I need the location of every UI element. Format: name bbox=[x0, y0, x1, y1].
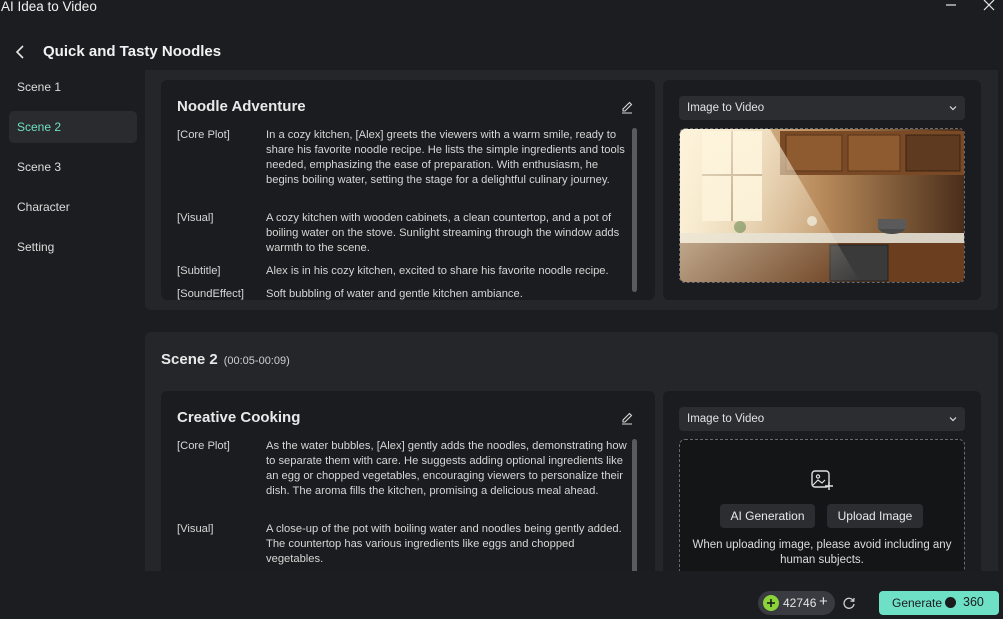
generate-cost: 360 bbox=[963, 595, 984, 609]
field-label: [Visual] bbox=[177, 523, 214, 535]
generate-button[interactable]: Generate 360 bbox=[879, 591, 999, 615]
refresh-icon[interactable] bbox=[842, 596, 856, 610]
field-label: [SoundEffect] bbox=[177, 288, 244, 300]
field-label: [Visual] bbox=[177, 212, 214, 224]
app-title: AI Idea to Video bbox=[1, 0, 97, 14]
bottom-bar: 42746 + Generate 360 bbox=[0, 571, 1003, 619]
mode-dropdown[interactable]: Image to Video bbox=[679, 407, 965, 431]
edit-icon[interactable] bbox=[620, 100, 634, 114]
chevron-down-icon bbox=[949, 417, 957, 422]
credit-coin-icon bbox=[763, 595, 779, 611]
sidebar-item-character[interactable]: Character bbox=[9, 191, 137, 223]
generate-label: Generate bbox=[892, 596, 943, 610]
scrollbar[interactable] bbox=[632, 128, 637, 292]
scene-1-card-title: Noodle Adventure bbox=[177, 98, 306, 115]
upload-note: When uploading image, please avoid inclu… bbox=[692, 539, 952, 566]
field-text[interactable]: As the water bubbles, [Alex] gently adds… bbox=[266, 439, 632, 499]
field-text[interactable]: In a cozy kitchen, [Alex] greets the vie… bbox=[266, 128, 632, 188]
page-title: Quick and Tasty Noodles bbox=[43, 43, 222, 60]
credit-coin-icon bbox=[945, 597, 956, 608]
field-label: [Core Plot] bbox=[177, 129, 230, 141]
scene-1-image-preview[interactable] bbox=[679, 128, 965, 283]
scene-2-block: Scene 2 (00:05-00:09) Creative Cooking [C… bbox=[145, 332, 998, 571]
page-header: Quick and Tasty Noodles bbox=[0, 40, 1003, 66]
mode-dropdown[interactable]: Image to Video bbox=[679, 96, 965, 120]
window-titlebar: AI Idea to Video bbox=[0, 0, 1003, 16]
scene-2-media-card: Image to Video AI Generation Upload Imag… bbox=[663, 391, 981, 571]
scene-2-card-title: Creative Cooking bbox=[177, 409, 301, 426]
field-text[interactable]: Alex is in his cozy kitchen, excited to … bbox=[266, 264, 632, 279]
scene-2-heading: Scene 2 (00:05-00:09) bbox=[161, 351, 290, 368]
close-icon[interactable] bbox=[978, 0, 1000, 14]
add-credits-icon[interactable]: + bbox=[819, 593, 828, 610]
field-text[interactable]: A close-up of the pot with boiling water… bbox=[266, 522, 632, 567]
scene-1-block: Noodle Adventure [Core Plot] In a cozy k… bbox=[145, 70, 998, 310]
ai-generation-button[interactable]: AI Generation bbox=[720, 504, 815, 528]
scene-2-title: Scene 2 bbox=[161, 351, 218, 368]
credits-count: 42746 bbox=[783, 596, 817, 610]
sidebar-item-scene-3[interactable]: Scene 3 bbox=[9, 151, 137, 183]
chevron-down-icon bbox=[949, 106, 957, 111]
add-image-icon bbox=[811, 470, 833, 490]
scene-1-media-card: Image to Video bbox=[663, 80, 981, 300]
back-arrow-icon[interactable] bbox=[14, 42, 28, 62]
scene-2-script-card: Creative Cooking [Core Plot] As the wate… bbox=[161, 391, 655, 571]
scrollbar[interactable] bbox=[632, 439, 637, 571]
scene-1-script-card: Noodle Adventure [Core Plot] In a cozy k… bbox=[161, 80, 655, 300]
field-text[interactable]: Soft bubbling of water and gentle kitche… bbox=[266, 287, 632, 300]
edit-icon[interactable] bbox=[620, 411, 634, 425]
sidebar-item-scene-1[interactable]: Scene 1 bbox=[9, 71, 137, 103]
mode-dropdown-value: Image to Video bbox=[687, 102, 765, 114]
sidebar-item-scene-2[interactable]: Scene 2 bbox=[9, 111, 137, 143]
upload-image-button[interactable]: Upload Image bbox=[827, 504, 923, 528]
mode-dropdown-value: Image to Video bbox=[687, 413, 765, 425]
field-label: [Core Plot] bbox=[177, 440, 230, 452]
image-upload-area[interactable]: AI Generation Upload Image When uploadin… bbox=[679, 439, 965, 571]
minimize-icon[interactable] bbox=[940, 0, 962, 14]
sidebar-item-setting[interactable]: Setting bbox=[9, 231, 137, 263]
scene-2-time: (00:05-00:09) bbox=[223, 355, 290, 367]
credits-badge[interactable]: 42746 + bbox=[758, 591, 835, 615]
kitchen-image bbox=[680, 129, 964, 282]
field-label: [Subtitle] bbox=[177, 265, 221, 277]
scene-list[interactable]: Noodle Adventure [Core Plot] In a cozy k… bbox=[145, 70, 998, 571]
field-text[interactable]: A cozy kitchen with wooden cabinets, a c… bbox=[266, 211, 632, 256]
